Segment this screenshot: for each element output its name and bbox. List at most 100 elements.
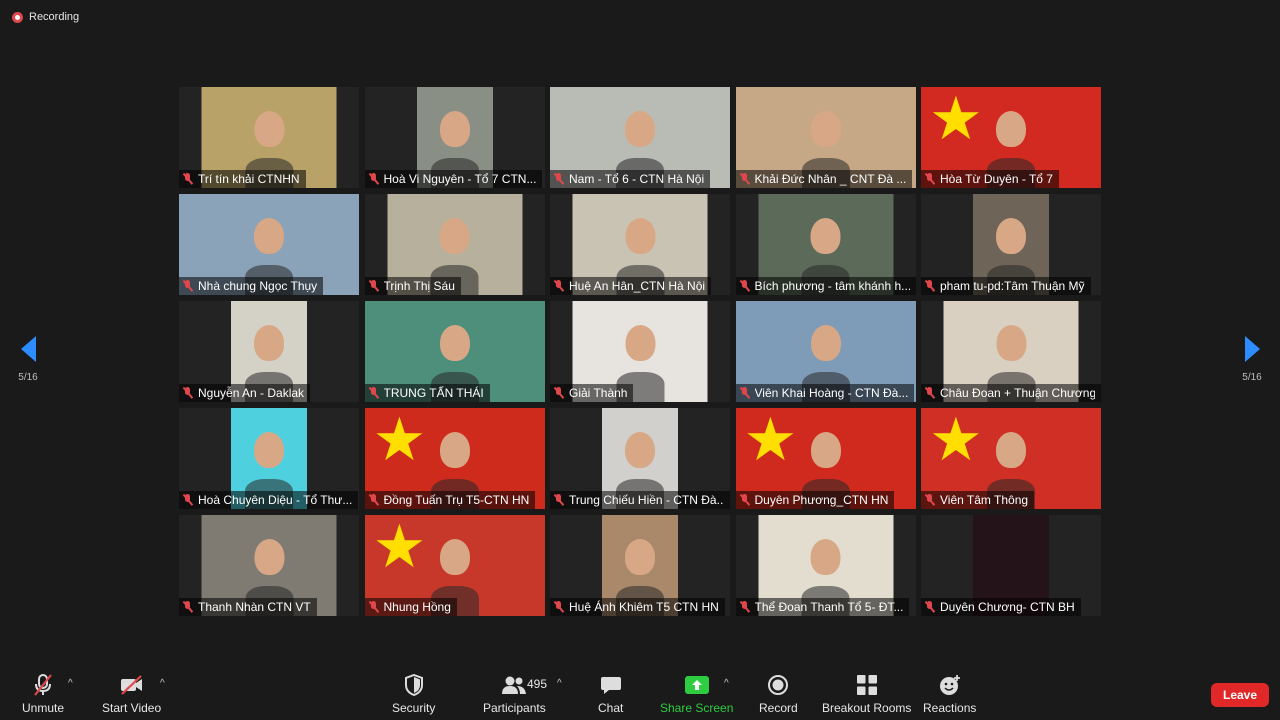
- participant-name: Khải Đức Nhân _ CNT Đà ...: [754, 172, 907, 186]
- shield-icon: [404, 672, 424, 698]
- participant-tile[interactable]: Bích phương - tâm khánh h...: [735, 194, 916, 295]
- record-button[interactable]: Record: [759, 672, 798, 715]
- page-indicator-left: 5/16: [18, 372, 38, 383]
- breakout-rooms-label: Breakout Rooms: [822, 701, 912, 715]
- participant-tile[interactable]: Trịnh Thị Sáu: [364, 194, 545, 295]
- page-indicator-right: 5/16: [1242, 372, 1262, 383]
- participant-tile[interactable]: Viên Khai Hoàng - CTN Đà...: [735, 301, 916, 402]
- person-head: [996, 432, 1026, 468]
- recording-icon: [12, 11, 23, 23]
- chat-label: Chat: [598, 701, 624, 715]
- participant-tile[interactable]: ★ Hòa Từ Duyên - Tổ 7: [921, 87, 1101, 188]
- person-head: [810, 325, 841, 361]
- muted-mic-icon: [553, 387, 565, 399]
- participant-tile[interactable]: Châu Đoan + Thuận Chương...: [921, 301, 1101, 402]
- participant-name: Hoà Chuyên Diệu - Tổ Thư...: [198, 493, 353, 507]
- person-head: [254, 325, 284, 361]
- participants-options-caret[interactable]: ^: [557, 678, 562, 689]
- participant-name: Hòa Từ Duyên - Tổ 7: [940, 172, 1053, 186]
- audio-options-caret[interactable]: ^: [68, 678, 73, 689]
- participant-name: Thể Đoan Thanh Tổ 5- ĐT...: [754, 600, 904, 614]
- participant-tile[interactable]: Nhà chung Ngọc Thụy: [179, 194, 359, 295]
- participant-tile[interactable]: Hoà Chuyên Diệu - Tổ Thư...: [179, 408, 359, 509]
- participant-name: Hoà Vi Nguyên - Tổ 7 CTN...: [383, 172, 537, 186]
- person-head: [254, 432, 284, 468]
- person-head: [254, 111, 284, 147]
- muted-mic-icon: [924, 601, 936, 613]
- participant-tile[interactable]: Huệ An Hân_CTN Hà Nội: [550, 194, 730, 295]
- person-head: [996, 111, 1026, 147]
- participant-name-tag: Thể Đoan Thanh Tổ 5- ĐT...: [735, 598, 910, 616]
- participant-name-tag: Thanh Nhàn CTN VT: [179, 598, 317, 616]
- person-head: [625, 325, 655, 361]
- participant-tile[interactable]: Trí tín khải CTNHN: [179, 87, 359, 188]
- participant-name: Huệ Ánh Khiêm T5 CTN HN: [569, 600, 719, 614]
- muted-mic-icon: [182, 280, 194, 292]
- participant-tile[interactable]: Hoà Vi Nguyên - Tổ 7 CTN...: [364, 87, 545, 188]
- start-video-button[interactable]: Start Video: [102, 672, 161, 715]
- participant-tile[interactable]: Nam - Tổ 6 - CTN Hà Nội: [550, 87, 730, 188]
- participant-tile[interactable]: ★ Nhung Hồng: [364, 515, 545, 616]
- participant-tile[interactable]: ★ Duyên Phương_CTN HN: [735, 408, 916, 509]
- share-screen-button[interactable]: Share Screen: [660, 672, 733, 715]
- muted-mic-icon: [553, 280, 565, 292]
- participant-name-tag: pham tu-pd:Tâm Thuận Mỹ: [921, 277, 1091, 295]
- share-options-caret[interactable]: ^: [724, 678, 729, 689]
- participant-tile[interactable]: pham tu-pd:Tâm Thuận Mỹ: [921, 194, 1101, 295]
- unmute-button[interactable]: Unmute: [22, 672, 64, 715]
- chat-button[interactable]: Chat: [598, 672, 623, 715]
- participant-tile[interactable]: ★ Viên Tâm Thông: [921, 408, 1101, 509]
- participant-tile[interactable]: Trung Chiếu Hiền - CTN Đà...: [550, 408, 730, 509]
- reactions-button[interactable]: Reactions: [923, 672, 976, 715]
- participant-name-tag: Hoà Chuyên Diệu - Tổ Thư...: [179, 491, 359, 509]
- flag-star-icon: ★: [372, 515, 427, 582]
- participant-tile[interactable]: Nguyễn An - Daklak: [179, 301, 359, 402]
- participant-name: Trung Chiếu Hiền - CTN Đà...: [569, 493, 724, 507]
- muted-mic-icon: [924, 494, 936, 506]
- participant-name: Duyên Chương- CTN BH: [940, 600, 1075, 614]
- muted-mic-icon: [924, 280, 936, 292]
- participant-name: Viên Khai Hoàng - CTN Đà...: [754, 386, 909, 400]
- participant-tile[interactable]: Khải Đức Nhân _ CNT Đà ...: [735, 87, 916, 188]
- participant-name: Bích phương - tâm khánh h...: [754, 279, 910, 293]
- leave-button[interactable]: Leave: [1211, 683, 1269, 707]
- recording-label: Recording: [29, 11, 80, 23]
- participant-tile[interactable]: Giải Thành: [550, 301, 730, 402]
- security-button[interactable]: Security: [392, 672, 435, 715]
- participant-name-tag: Trí tín khải CTNHN: [179, 170, 306, 188]
- flag-star-icon: ★: [929, 87, 983, 154]
- participant-name-tag: Huệ An Hân_CTN Hà Nội: [550, 277, 712, 295]
- muted-mic-icon: [553, 173, 565, 185]
- video-options-caret[interactable]: ^: [160, 678, 165, 689]
- next-page-button[interactable]: 5/16: [1236, 336, 1268, 383]
- person-head: [254, 539, 284, 575]
- participant-name-tag: Nhà chung Ngọc Thụy: [179, 277, 324, 295]
- chat-icon: [600, 672, 622, 698]
- flag-star-icon: ★: [372, 408, 427, 475]
- smiley-plus-icon: [939, 672, 961, 698]
- participant-name-tag: TRUNG TẤN THÁI: [364, 384, 490, 402]
- muted-mic-icon: [553, 494, 565, 506]
- person-head: [810, 432, 841, 468]
- participant-tile[interactable]: ★ Đồng Tuấn Trụ T5-CTN HN: [364, 408, 545, 509]
- participant-tile[interactable]: TRUNG TẤN THÁI: [364, 301, 545, 402]
- arrow-right-icon: [1244, 336, 1260, 362]
- participant-name-tag: Nhung Hồng: [364, 598, 457, 616]
- participant-tile[interactable]: Thể Đoan Thanh Tổ 5- ĐT...: [735, 515, 916, 616]
- gallery-grid: Trí tín khải CTNHN Hoà Vi Nguyên - Tổ 7 C…: [179, 87, 1101, 616]
- participant-tile[interactable]: Duyên Chương- CTN BH: [921, 515, 1101, 616]
- arrow-left-icon: [20, 336, 36, 362]
- participant-tile[interactable]: Thanh Nhàn CTN VT: [179, 515, 359, 616]
- participant-tile[interactable]: Huệ Ánh Khiêm T5 CTN HN: [550, 515, 730, 616]
- start-video-label: Start Video: [102, 701, 162, 715]
- participant-name: Giải Thành: [569, 386, 628, 400]
- participant-name-tag: Nguyễn An - Daklak: [179, 384, 311, 402]
- person-head: [625, 432, 655, 468]
- breakout-rooms-button[interactable]: Breakout Rooms: [822, 672, 911, 715]
- participant-name: Châu Đoan + Thuận Chương...: [940, 386, 1095, 400]
- person-head: [996, 218, 1026, 254]
- muted-mic-icon: [739, 387, 751, 399]
- person-head: [810, 218, 841, 254]
- person-head: [810, 111, 841, 147]
- previous-page-button[interactable]: 5/16: [12, 336, 44, 383]
